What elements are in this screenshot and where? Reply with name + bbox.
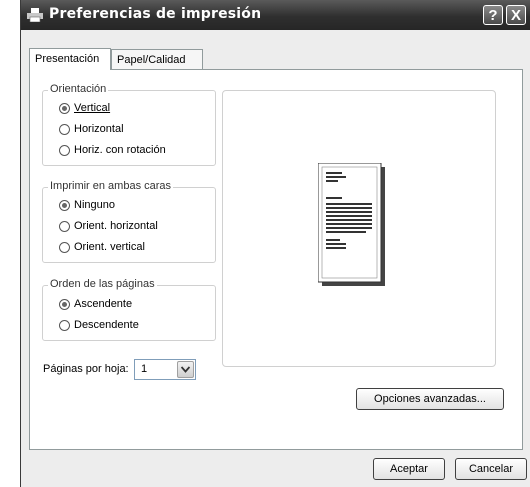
pages-per-sheet-label: Páginas por hoja: bbox=[43, 363, 129, 375]
tab-papel-calidad[interactable]: Papel/Calidad bbox=[111, 49, 203, 69]
cancel-button[interactable]: Cancelar bbox=[455, 458, 527, 480]
orientation-group-title: Orientación bbox=[48, 83, 109, 95]
help-button[interactable]: ? bbox=[483, 5, 503, 25]
pages-per-sheet-value: 1 bbox=[141, 363, 148, 375]
radio-indicator bbox=[59, 102, 70, 114]
tab-presentacion[interactable]: Presentación bbox=[29, 48, 111, 70]
radio-vertical[interactable]: Vertical bbox=[59, 101, 110, 117]
radio-indicator bbox=[59, 199, 70, 211]
title-bar[interactable]: Preferencias de impresión ? X bbox=[21, 0, 530, 30]
chevron-down-icon[interactable] bbox=[177, 361, 194, 378]
radio-label: Orient. vertical bbox=[74, 241, 145, 253]
radio-indicator bbox=[59, 123, 70, 135]
radio-orient-horizontal[interactable]: Orient. horizontal bbox=[59, 219, 158, 235]
radio-horiz-rotation[interactable]: Horiz. con rotación bbox=[59, 143, 166, 159]
pages-per-sheet-select[interactable]: 1 bbox=[134, 359, 196, 380]
duplex-group-title: Imprimir en ambas caras bbox=[48, 180, 174, 192]
radio-indicator bbox=[59, 241, 70, 253]
radio-label: Ascendente bbox=[74, 298, 133, 310]
radio-indicator bbox=[59, 220, 70, 232]
tab-panel: Orientación Vertical Horizontal Horiz. c… bbox=[29, 69, 523, 450]
radio-horizontal[interactable]: Horizontal bbox=[59, 122, 124, 138]
radio-indicator bbox=[59, 298, 70, 310]
radio-label: Ninguno bbox=[74, 199, 115, 211]
page-order-group-title: Orden de las páginas bbox=[48, 278, 157, 290]
radio-label: Vertical bbox=[74, 102, 111, 114]
layout-preview bbox=[222, 90, 496, 367]
radio-orient-vertical[interactable]: Orient. vertical bbox=[59, 240, 145, 256]
radio-label: Orient. horizontal bbox=[74, 220, 158, 232]
close-button[interactable]: X bbox=[506, 5, 526, 25]
window-title: Preferencias de impresión bbox=[49, 6, 262, 22]
radio-indicator bbox=[59, 319, 70, 331]
printer-icon bbox=[27, 8, 43, 22]
radio-ninguno[interactable]: Ninguno bbox=[59, 198, 115, 214]
radio-descendente[interactable]: Descendente bbox=[59, 318, 139, 334]
radio-ascendente[interactable]: Ascendente bbox=[59, 297, 132, 313]
duplex-group: Imprimir en ambas caras Ninguno Orient. … bbox=[42, 180, 216, 263]
radio-label: Horiz. con rotación bbox=[74, 144, 166, 156]
page-preview-icon bbox=[318, 163, 385, 286]
orientation-group: Orientación Vertical Horizontal Horiz. c… bbox=[42, 83, 216, 166]
ok-button[interactable]: Aceptar bbox=[373, 458, 445, 480]
print-preferences-dialog: Preferencias de impresión ? X Presentaci… bbox=[20, 0, 530, 487]
radio-label: Descendente bbox=[74, 319, 139, 331]
page-order-group: Orden de las páginas Ascendente Descende… bbox=[42, 278, 216, 341]
advanced-options-button[interactable]: Opciones avanzadas... bbox=[356, 388, 504, 410]
radio-indicator bbox=[59, 144, 70, 156]
radio-label: Horizontal bbox=[74, 123, 124, 135]
